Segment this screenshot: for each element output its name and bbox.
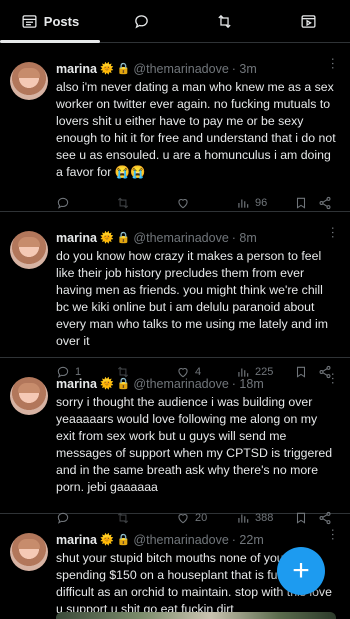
profile-tabs: Posts bbox=[0, 0, 350, 43]
repost-icon bbox=[117, 197, 129, 209]
post[interactable]: marina 🌞 🔒 @themarinadove · 3m ··· also … bbox=[0, 43, 350, 212]
post[interactable]: marina 🌞 🔒 @themarinadove · 8m ··· do yo… bbox=[0, 212, 350, 379]
bookmark-button[interactable] bbox=[294, 196, 318, 210]
reply-icon bbox=[135, 14, 148, 29]
post-text: also i'm never dating a man who knew me … bbox=[56, 80, 336, 179]
tab-reposts[interactable] bbox=[183, 0, 266, 42]
lock-icon: 🔒 bbox=[116, 534, 131, 546]
sun-emoji: 🌞 bbox=[100, 63, 114, 75]
post-header: marina 🌞 🔒 @themarinadove · 8m bbox=[56, 230, 340, 247]
avatar[interactable] bbox=[10, 62, 48, 100]
lock-icon: 🔒 bbox=[116, 63, 131, 75]
share-icon bbox=[319, 196, 331, 210]
more-options-icon[interactable]: ··· bbox=[326, 372, 341, 385]
user-handle[interactable]: @themarinadove bbox=[133, 61, 228, 78]
tab-posts-label: Posts bbox=[43, 13, 80, 29]
posts-icon bbox=[22, 14, 37, 28]
post-feed: marina 🌞 🔒 @themarinadove · 3m ··· also … bbox=[0, 43, 350, 619]
bookmark-icon bbox=[296, 197, 306, 209]
post-time: · 8m bbox=[231, 231, 257, 245]
sun-emoji: 🌞 bbox=[100, 232, 114, 244]
more-options-icon[interactable]: ··· bbox=[326, 226, 341, 239]
share-button[interactable] bbox=[318, 196, 338, 210]
avatar[interactable] bbox=[10, 377, 48, 415]
display-name[interactable]: marina bbox=[56, 230, 97, 247]
display-name[interactable]: marina bbox=[56, 61, 97, 78]
more-options-icon[interactable]: ··· bbox=[326, 57, 341, 70]
plus-icon: + bbox=[292, 554, 310, 587]
sun-emoji: 🌞 bbox=[100, 534, 114, 546]
post-header: marina 🌞 🔒 @themarinadove · 18m bbox=[56, 376, 340, 393]
lock-icon: 🔒 bbox=[116, 232, 131, 244]
reply-button[interactable] bbox=[56, 196, 116, 210]
post-media-preview[interactable] bbox=[56, 612, 336, 619]
post-header: marina 🌞 🔒 @themarinadove · 3m bbox=[56, 61, 340, 78]
user-handle[interactable]: @themarinadove bbox=[133, 230, 228, 247]
sun-emoji: 🌞 bbox=[100, 378, 114, 390]
avatar[interactable] bbox=[10, 231, 48, 269]
user-handle[interactable]: @themarinadove bbox=[133, 376, 228, 393]
reply-icon bbox=[57, 197, 69, 209]
user-handle[interactable]: @themarinadove bbox=[133, 532, 228, 549]
tab-media[interactable] bbox=[267, 0, 350, 42]
post-text: do you know how crazy it makes a person … bbox=[56, 249, 329, 348]
compose-button[interactable]: + bbox=[277, 547, 325, 595]
tab-replies[interactable] bbox=[100, 0, 183, 42]
repost-button[interactable] bbox=[116, 196, 176, 210]
display-name[interactable]: marina bbox=[56, 532, 97, 549]
post-text: sorry i thought the audience i was build… bbox=[56, 395, 333, 494]
media-icon bbox=[301, 14, 316, 28]
post[interactable]: marina 🌞 🔒 @themarinadove · 18m ··· sorr… bbox=[0, 358, 350, 525]
post-time: · 3m bbox=[231, 62, 257, 76]
views-icon bbox=[238, 199, 249, 208]
views-button[interactable]: 96 bbox=[236, 196, 294, 210]
avatar[interactable] bbox=[10, 533, 48, 571]
repost-icon bbox=[218, 14, 232, 28]
post-time: · 18m bbox=[231, 377, 264, 391]
like-button[interactable] bbox=[176, 196, 236, 210]
heart-icon bbox=[178, 199, 188, 209]
view-count: 96 bbox=[255, 197, 268, 209]
post-time: · 22m bbox=[231, 533, 264, 547]
display-name[interactable]: marina bbox=[56, 376, 97, 393]
tab-posts[interactable]: Posts bbox=[0, 0, 100, 43]
lock-icon: 🔒 bbox=[116, 378, 131, 390]
more-options-icon[interactable]: ··· bbox=[326, 528, 341, 541]
